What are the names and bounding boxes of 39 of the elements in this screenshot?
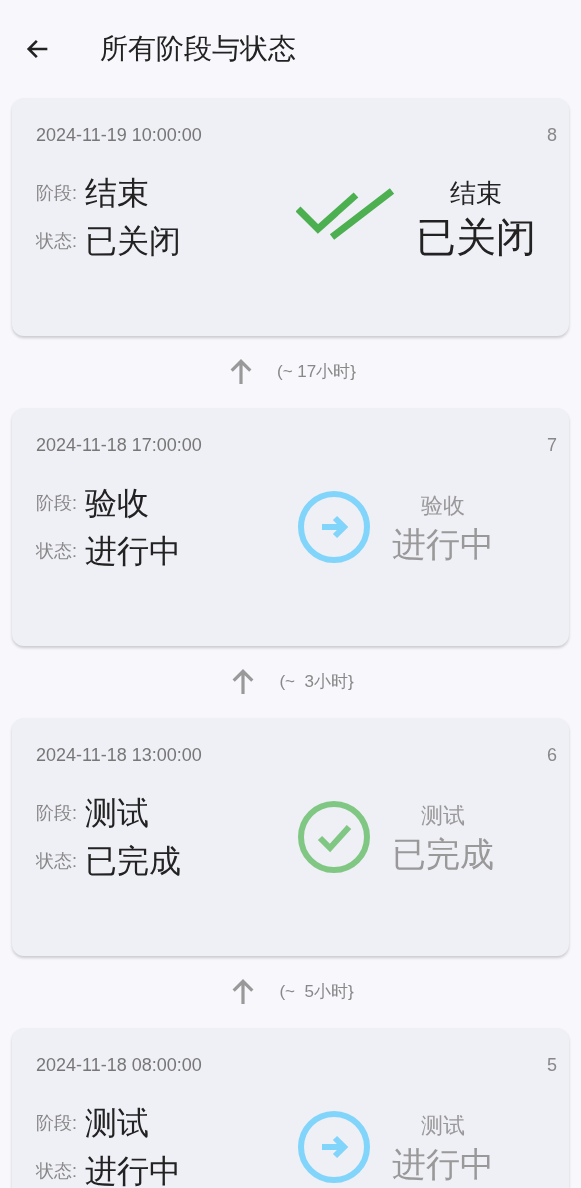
stage-label: 阶段: (36, 801, 77, 825)
status-value: 已完成 (85, 842, 181, 881)
status-summary: 进行中 (392, 1143, 494, 1185)
check-circle-icon (296, 799, 372, 875)
timestamp: 2024-11-18 13:00:00 (36, 744, 202, 767)
status-label: 状态: (36, 229, 77, 253)
stage-value: 测试 (85, 794, 149, 833)
entry-number: 8 (547, 124, 557, 147)
stage-value: 结束 (85, 174, 149, 213)
stage-summary: 测试 (421, 801, 465, 830)
status-summary: 已完成 (392, 833, 494, 875)
entry-number: 5 (547, 1054, 557, 1077)
status-value: 进行中 (85, 1152, 181, 1188)
stage-value: 测试 (85, 1104, 149, 1143)
timestamp: 2024-11-18 08:00:00 (36, 1054, 202, 1077)
arrow-circle-icon (296, 1109, 372, 1185)
stage-summary: 测试 (421, 1111, 465, 1140)
stage-label: 阶段: (36, 1111, 77, 1135)
timestamp: 2024-11-19 10:00:00 (36, 124, 202, 147)
arrow-circle-icon (296, 489, 372, 565)
page-title: 所有阶段与状态 (100, 32, 296, 66)
stage-summary: 验收 (421, 491, 465, 520)
stage-summary: 结束 (450, 176, 502, 210)
stage-label: 阶段: (36, 491, 77, 515)
status-label: 状态: (36, 1159, 77, 1183)
status-summary: 进行中 (392, 523, 494, 565)
stage-value: 验收 (85, 484, 149, 523)
timestamp: 2024-11-18 17:00:00 (36, 434, 202, 457)
status-value: 进行中 (85, 532, 181, 571)
status-label: 状态: (36, 539, 77, 563)
stage-label: 阶段: (36, 181, 77, 205)
status-label: 状态: (36, 849, 77, 873)
entry-number: 6 (547, 744, 557, 767)
interval-text: (~ 5小时} (279, 981, 354, 1004)
interval-text: (~ 17小时} (277, 361, 356, 384)
status-summary: 已关闭 (416, 213, 536, 261)
status-value: 已关闭 (85, 222, 181, 261)
interval-text: (~ 3小时} (279, 671, 354, 694)
entry-number: 7 (547, 434, 557, 457)
